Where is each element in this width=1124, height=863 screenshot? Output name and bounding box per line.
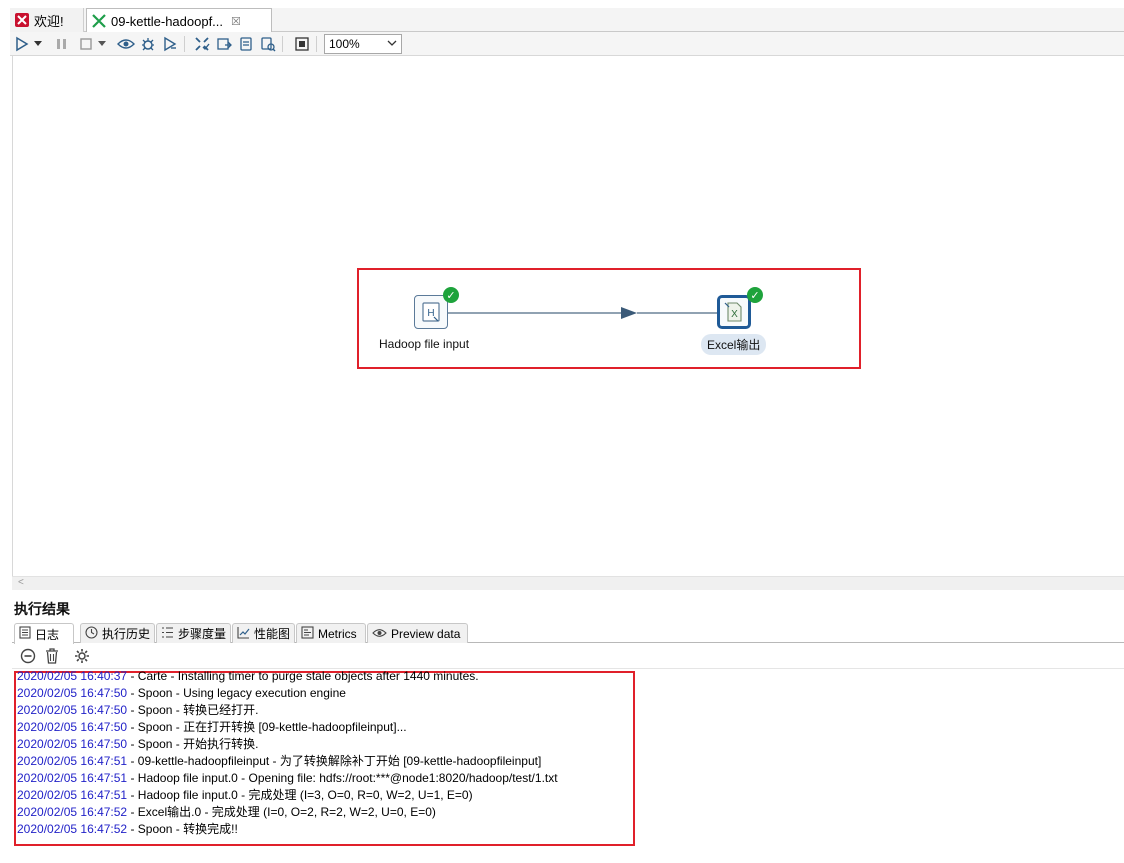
- step-excel-output[interactable]: X: [717, 295, 751, 329]
- chevron-down-icon: [387, 38, 397, 51]
- zoom-select[interactable]: 100%: [324, 34, 402, 54]
- tab-performance-graph-label: 性能图: [254, 627, 291, 641]
- performance-graph-icon: [237, 626, 250, 642]
- sql-icon[interactable]: [236, 35, 256, 53]
- log-line: 2020/02/05 16:47:51 - Hadoop file input.…: [17, 787, 473, 804]
- log-line: 2020/02/05 16:47:50 - Spoon - 开始执行转换.: [17, 736, 258, 753]
- tab-execution-history-label: 执行历史: [102, 627, 151, 641]
- toolbar-separator: [316, 36, 317, 52]
- log-message: - Hadoop file input.0 - Opening file: hd…: [127, 771, 558, 785]
- tab-transformation[interactable]: 09-kettle-hadoopf... ☒: [86, 8, 272, 33]
- log-message: - Spoon - 转换已经打开.: [127, 703, 259, 717]
- verify-icon[interactable]: [192, 35, 212, 53]
- explore-db-icon[interactable]: [258, 35, 278, 53]
- step-label-excel-output: Excel输出: [701, 334, 767, 355]
- run-icon[interactable]: [12, 35, 32, 53]
- tab-welcome-label: 欢迎!: [34, 13, 64, 29]
- tab-welcome[interactable]: 欢迎!: [10, 8, 84, 32]
- log-output[interactable]: 2020/02/05 16:40:37 - Carte - Installing…: [12, 668, 1124, 863]
- preview-eye-icon: [372, 627, 387, 641]
- excel-file-icon: X: [724, 302, 742, 322]
- tab-log-label: 日志: [35, 627, 60, 642]
- metrics-icon: [301, 625, 314, 642]
- toolbar-separator: [184, 36, 185, 52]
- log-timestamp: 2020/02/05 16:47:51: [17, 754, 128, 768]
- log-line: 2020/02/05 16:47:50 - Spoon - 转换已经打开.: [17, 702, 258, 719]
- settings-gear-icon[interactable]: [72, 647, 92, 665]
- tab-performance-graph[interactable]: 性能图: [232, 623, 295, 643]
- editor-tab-bar: 欢迎! 09-kettle-hadoopf... ☒: [10, 8, 1124, 33]
- log-message: - Spoon - 转换完成!!: [127, 822, 238, 836]
- tab-metrics[interactable]: Metrics: [296, 623, 366, 643]
- log-message: - Spoon - Using legacy execution engine: [127, 686, 346, 700]
- log-timestamp: 2020/02/05 16:47:51: [17, 771, 128, 785]
- impact-analysis-icon[interactable]: [214, 35, 234, 53]
- debug-icon[interactable]: [138, 35, 158, 53]
- run-options-dropdown-icon[interactable]: [32, 35, 44, 53]
- log-icon: [19, 626, 31, 642]
- log-timestamp: 2020/02/05 16:47:50: [17, 720, 128, 734]
- log-message: - Spoon - 开始执行转换.: [127, 737, 259, 751]
- log-message: - Spoon - 正在打开转换 [09-kettle-hadoopfilein…: [127, 720, 407, 734]
- log-toolbar: [12, 644, 1124, 668]
- step-hadoop-file-input[interactable]: H: [414, 295, 448, 329]
- log-timestamp: 2020/02/05 16:47:50: [17, 686, 128, 700]
- scroll-left-icon[interactable]: <: [18, 577, 24, 588]
- history-icon: [85, 625, 98, 642]
- log-timestamp: 2020/02/05 16:47:50: [17, 737, 128, 751]
- tab-preview-data-label: Preview data: [391, 626, 461, 641]
- hadoop-file-icon: H: [422, 302, 440, 322]
- tab-log[interactable]: 日志: [14, 623, 74, 644]
- log-line: 2020/02/05 16:40:37 - Carte - Installing…: [17, 669, 479, 685]
- transformation-canvas[interactable]: H ✓ Hadoop file input X ✓ Excel输出: [12, 56, 1124, 576]
- replay-icon[interactable]: [160, 35, 180, 53]
- log-timestamp: 2020/02/05 16:40:37: [17, 669, 128, 683]
- toolbar-separator: [282, 36, 283, 52]
- trash-icon[interactable]: [42, 647, 62, 665]
- log-message: - Excel输出.0 - 完成处理 (I=0, O=2, R=2, W=2, …: [127, 805, 436, 819]
- log-message: - Carte - Installing timer to purge stal…: [127, 669, 479, 683]
- transformation-icon: [91, 13, 107, 29]
- show-results-icon[interactable]: [292, 35, 312, 53]
- step-metrics-icon: [161, 626, 174, 642]
- results-tab-bar: 日志 执行历史 步骤度量 性能图 Metrics Preview data: [12, 621, 1124, 644]
- tab-metrics-label: Metrics: [318, 626, 357, 641]
- log-message: - 09-kettle-hadoopfileinput - 为了转换解除补丁开始…: [127, 754, 542, 768]
- log-timestamp: 2020/02/05 16:47:51: [17, 788, 128, 802]
- log-line: 2020/02/05 16:47:50 - Spoon - 正在打开转换 [09…: [17, 719, 407, 736]
- success-check-icon: ✓: [747, 287, 763, 303]
- log-timestamp: 2020/02/05 16:47:52: [17, 805, 128, 819]
- log-line: 2020/02/05 16:47:52 - Excel输出.0 - 完成处理 (…: [17, 804, 436, 821]
- log-line: 2020/02/05 16:47:50 - Spoon - Using lega…: [17, 685, 346, 702]
- log-message: - Hadoop file input.0 - 完成处理 (I=3, O=0, …: [127, 788, 473, 802]
- svg-text:X: X: [731, 309, 738, 320]
- clear-log-icon[interactable]: [18, 647, 38, 665]
- success-check-icon: ✓: [443, 287, 459, 303]
- log-timestamp: 2020/02/05 16:47:52: [17, 822, 128, 836]
- tab-step-metrics[interactable]: 步骤度量: [156, 623, 231, 643]
- tab-execution-history[interactable]: 执行历史: [80, 623, 155, 643]
- log-line: 2020/02/05 16:47:51 - Hadoop file input.…: [17, 770, 558, 787]
- results-panel-title: 执行结果: [14, 601, 70, 617]
- log-line: 2020/02/05 16:47:52 - Spoon - 转换完成!!: [17, 821, 238, 838]
- stop-icon[interactable]: [76, 35, 96, 53]
- tab-transformation-label: 09-kettle-hadoopf...: [111, 13, 224, 29]
- preview-eye-icon[interactable]: [116, 35, 136, 53]
- zoom-value: 100%: [329, 37, 360, 51]
- pause-icon[interactable]: [52, 35, 72, 53]
- tab-step-metrics-label: 步骤度量: [178, 627, 227, 641]
- hop-connector[interactable]: [13, 56, 1124, 576]
- stop-options-dropdown-icon[interactable]: [96, 35, 108, 53]
- tab-preview-data[interactable]: Preview data: [367, 623, 468, 643]
- log-line: 2020/02/05 16:47:51 - 09-kettle-hadoopfi…: [17, 753, 541, 770]
- canvas-horizontal-scrollbar[interactable]: <: [12, 576, 1124, 590]
- spoon-logo-icon: [14, 12, 30, 28]
- transformation-toolbar: 100%: [10, 32, 1124, 56]
- step-label-hadoop-file-input: Hadoop file input: [379, 337, 470, 351]
- close-tab-icon[interactable]: ☒: [231, 15, 241, 28]
- log-timestamp: 2020/02/05 16:47:50: [17, 703, 128, 717]
- svg-text:H: H: [427, 308, 434, 319]
